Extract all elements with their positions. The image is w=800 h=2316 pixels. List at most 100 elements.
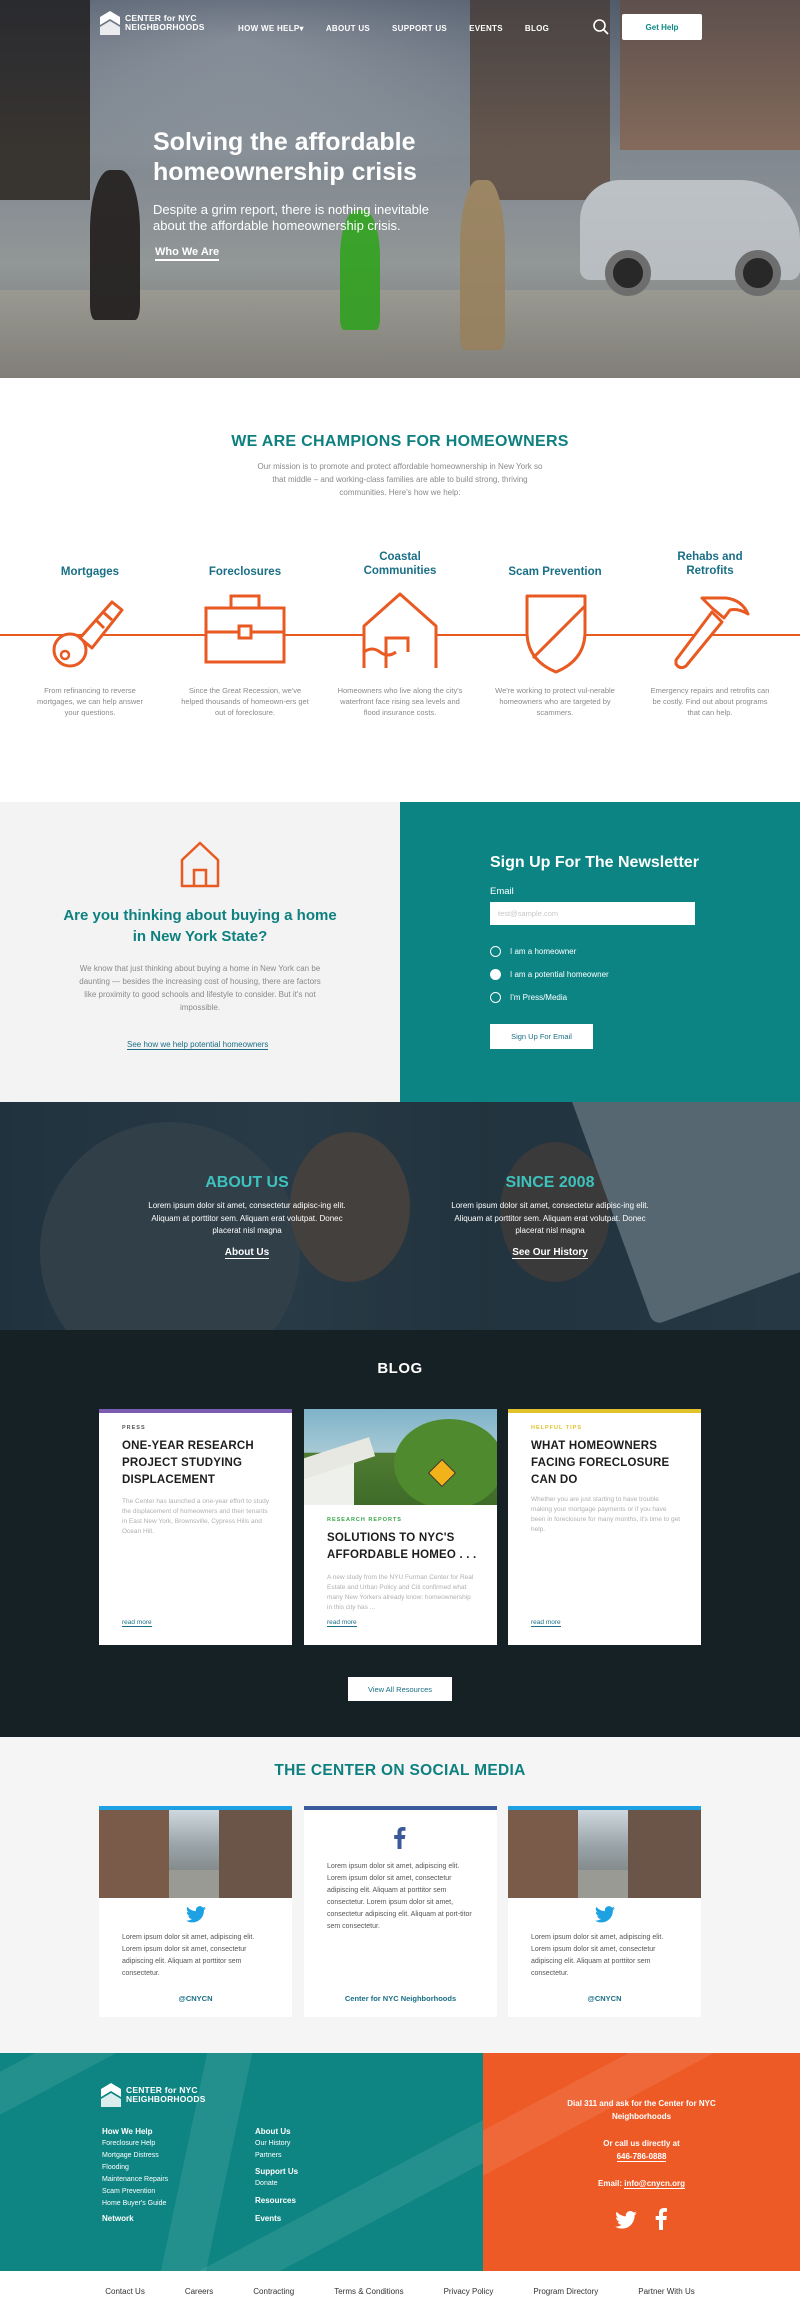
social-section: THE CENTER ON SOCIAL MEDIA Lorem ipsum d… [0,1737,800,2053]
feature-title: Rehabs and Retrofits [677,551,743,577]
bottom-link-terms[interactable]: Terms & Conditions [334,2287,403,2296]
footer-link[interactable]: Foreclosure Help [102,2138,168,2150]
footer-heading[interactable]: About Us [255,2126,298,2138]
nav-item-how-we-help[interactable]: HOW WE HELP▾ [238,24,304,33]
footer-heading[interactable]: Support Us [255,2166,298,2178]
radio-option-homeowner[interactable]: I am a homeowner [490,946,576,957]
nav-item-support-us[interactable]: SUPPORT US [392,24,447,33]
feature-scam-prevention[interactable]: Scam Prevention [480,565,630,579]
sign-up-button[interactable]: Sign Up For Email [490,1024,593,1049]
our-history-link[interactable]: See Our History [512,1247,588,1259]
card-title: ONE-YEAR RESEARCH PROJECT STUDYING DISPL… [122,1440,254,1486]
potential-homeowners-link[interactable]: See how we help potential homeowners [127,1040,269,1050]
bottom-link-contact-us[interactable]: Contact Us [105,2287,145,2296]
read-more-link[interactable]: read more [531,1619,561,1627]
search-icon[interactable] [592,18,610,36]
newsletter-panel: Sign Up For The Newsletter Email I am a … [400,802,800,1102]
social-handle[interactable]: Center for NYC Neighborhoods [304,1994,497,2003]
nav-item-blog[interactable]: BLOG [525,24,549,33]
footer-link[interactable]: Scam Prevention [102,2186,168,2198]
street-photo [508,1810,701,1898]
blog-card[interactable]: RESEARCH REPORTS SOLUTIONS TO NYC'S AFFO… [304,1409,497,1645]
footer-link[interactable]: Our History [255,2138,298,2150]
feature-desc: Since the Great Recession, we've helped … [181,686,309,717]
nav-item-events[interactable]: EVENTS [469,24,503,33]
read-more-link[interactable]: read more [122,1619,152,1627]
social-card-facebook[interactable]: Lorem ipsum dolor sit amet, adipiscing e… [304,1806,497,2017]
hero-overlay [0,0,800,378]
footer-col-how-we-help: How We Help Foreclosure Help Mortgage Di… [102,2126,168,2225]
card-excerpt: Whether you are just starting to have tr… [531,1496,681,1533]
about-band: ABOUT US Lorem ipsum dolor sit amet, con… [0,1102,800,1330]
footer-heading[interactable]: Events [255,2213,298,2225]
nav-item-about-us[interactable]: ABOUT US [326,24,370,33]
email-label: Email [490,886,514,897]
radio-option-potential-homeowner[interactable]: I am a potential homeowner [490,969,609,980]
social-handle[interactable]: @CNYCN [508,1994,701,2003]
about-us-link[interactable]: About Us [224,1247,270,1259]
read-more-link[interactable]: read more [327,1619,357,1627]
footer-heading[interactable]: How We Help [102,2126,168,2138]
social-post-text: Lorem ipsum dolor sit amet, adipiscing e… [531,1934,664,1977]
social-post-text: Lorem ipsum dolor sit amet, adipiscing e… [327,1863,472,1930]
logo-line2: NEIGHBORHOODS [125,22,205,32]
phone-link[interactable]: 646-786-0888 [616,2152,667,2162]
since-title: SINCE 2008 [505,1174,595,1191]
feature-foreclosures[interactable]: Foreclosures [170,565,320,579]
view-all-resources-button[interactable]: View All Resources [348,1677,452,1701]
street-photo [99,1810,292,1898]
briefcase-icon [204,594,286,664]
bottom-link-careers[interactable]: Careers [185,2287,213,2296]
logo-mark-icon [100,11,120,35]
feature-mortgages[interactable]: Mortgages [15,565,165,579]
bottom-link-contracting[interactable]: Contracting [253,2287,294,2296]
facebook-icon[interactable] [655,2208,667,2230]
email-link[interactable]: info@cnycn.org [624,2179,685,2189]
footer-link[interactable]: Maintenance Repairs [102,2174,168,2186]
feature-rehabs-retrofits[interactable]: Rehabs and Retrofits [635,550,785,578]
twitter-icon [595,1906,615,1923]
home-buying-description: We know that just thinking about buying … [79,964,321,1012]
blog-title: BLOG [377,1360,423,1377]
footer-heading[interactable]: Network [102,2213,168,2225]
footer-link[interactable]: Flooding [102,2162,168,2174]
hero-section: CENTER for NYC NEIGHBORHOODS HOW WE HELP… [0,0,800,378]
twitter-icon[interactable] [615,2211,637,2229]
footer-link[interactable]: Donate [255,2178,298,2190]
blog-card[interactable]: HELPFUL TIPS WHAT HOMEOWNERS FACING FORE… [508,1409,701,1645]
feature-title: Foreclosures [208,566,282,578]
bottom-link-program-directory[interactable]: Program Directory [533,2287,598,2296]
feature-desc: Homeowners who live along the city's wat… [337,686,463,717]
footer-link[interactable]: Mortgage Distress [102,2150,168,2162]
site-logo[interactable]: CENTER for NYC NEIGHBORHOODS [100,11,205,35]
since-2008-block: SINCE 2008 Lorem ipsum dolor sit amet, c… [450,1174,650,1260]
get-help-button[interactable]: Get Help [622,14,702,40]
feature-coastal-communities[interactable]: Coastal Communities [325,550,475,578]
footer-link[interactable]: Partners [255,2150,298,2162]
about-us-block: ABOUT US Lorem ipsum dolor sit amet, con… [147,1174,347,1260]
footer-contact-panel: Dial 311 and ask for the Center for NYC … [483,2053,800,2271]
social-card-twitter[interactable]: Lorem ipsum dolor sit amet, adipiscing e… [508,1806,701,2017]
newsletter-title: Sign Up For The Newsletter [490,854,699,871]
radio-button[interactable] [490,969,501,980]
card-image [304,1409,497,1505]
blog-card[interactable]: PRESS ONE-YEAR RESEARCH PROJECT STUDYING… [99,1409,292,1645]
email-field[interactable] [490,902,695,925]
radio-option-press[interactable]: I'm Press/Media [490,992,567,1003]
footer-link[interactable]: Home Buyer's Guide [102,2198,168,2210]
hero-title: Solving the affordable homeownership cri… [153,128,417,186]
about-title: ABOUT US [205,1174,289,1191]
key-icon [52,600,124,668]
social-card-twitter[interactable]: Lorem ipsum dolor sit amet, adipiscing e… [99,1806,292,2017]
social-handle[interactable]: @CNYCN [99,1994,292,2003]
facebook-icon [394,1827,406,1849]
bottom-link-privacy[interactable]: Privacy Policy [444,2287,494,2296]
radio-button[interactable] [490,946,501,957]
bottom-link-partner[interactable]: Partner With Us [638,2287,694,2296]
hero-subtitle: Despite a grim report, there is nothing … [153,202,430,233]
feature-title: Coastal Communities [363,551,437,577]
footer-logo[interactable]: CENTER for NYC NEIGHBORHOODS [101,2083,206,2107]
footer-heading[interactable]: Resources [255,2195,298,2207]
who-we-are-link[interactable]: Who We Are [155,246,220,261]
radio-button[interactable] [490,992,501,1003]
